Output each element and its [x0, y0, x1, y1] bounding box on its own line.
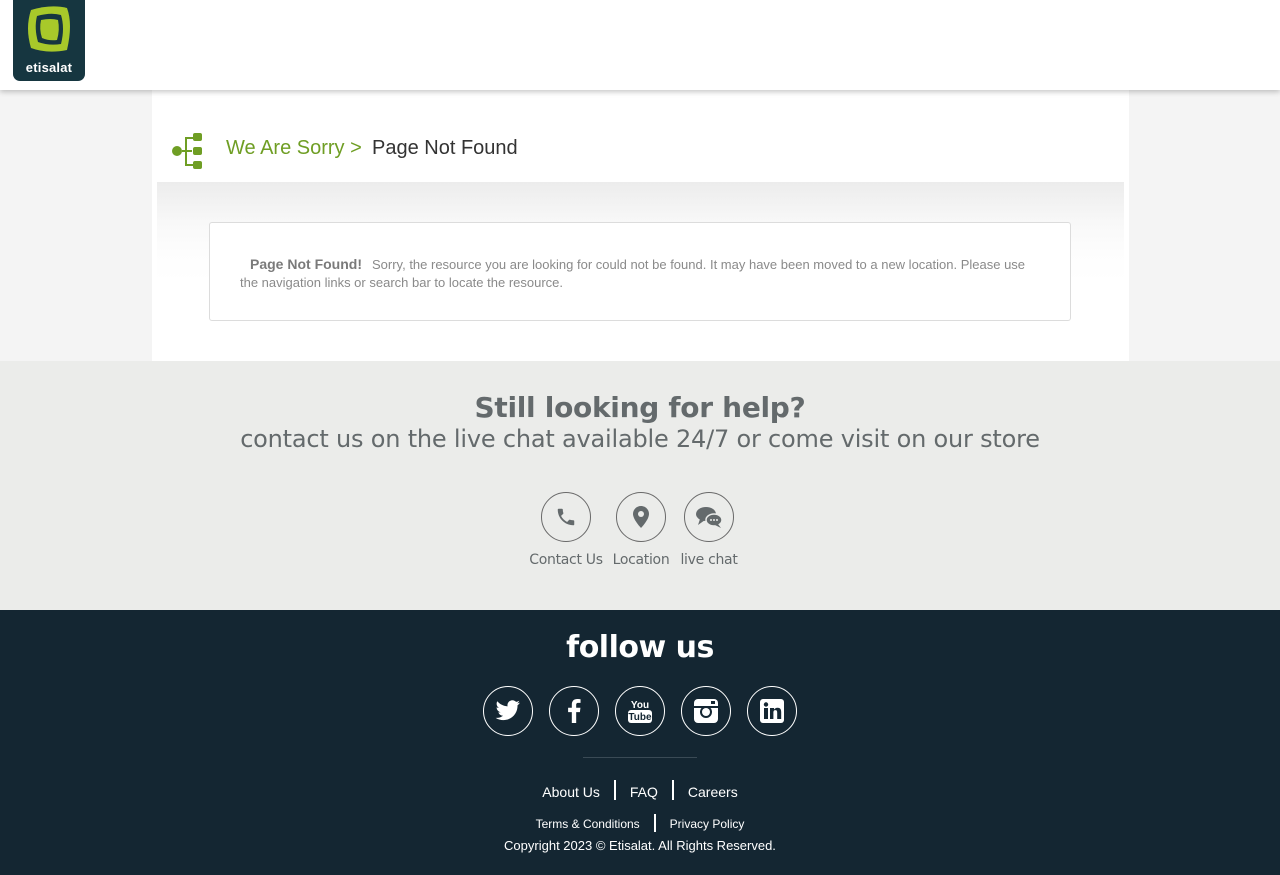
- main-content: We Are Sorry > Page Not Found Page Not F…: [152, 90, 1129, 361]
- privacy-link[interactable]: Privacy Policy: [670, 817, 745, 831]
- link-separator: [653, 814, 656, 832]
- logo-text: etisalat: [25, 60, 73, 75]
- link-separator: [613, 780, 616, 800]
- faq-link[interactable]: FAQ: [630, 784, 658, 800]
- instagram-link[interactable]: [681, 686, 731, 736]
- live-chat-label: live chat: [680, 552, 738, 568]
- facebook-link[interactable]: [549, 686, 599, 736]
- about-us-link[interactable]: About Us: [542, 784, 600, 800]
- live-chat-circle: [684, 492, 734, 542]
- linkedin-icon: [760, 699, 784, 723]
- facebook-icon: [568, 699, 581, 723]
- phone-icon: [557, 508, 575, 526]
- help-subtitle: contact us on the live chat available 24…: [240, 425, 1040, 453]
- top-header: etisalat: [0, 0, 1280, 90]
- svg-text:You: You: [631, 700, 649, 711]
- youtube-link[interactable]: You Tube: [615, 686, 665, 736]
- link-separator: [671, 780, 674, 800]
- footer-legal-links: Terms & Conditions Privacy Policy: [0, 814, 1280, 832]
- twitter-link[interactable]: [483, 686, 533, 736]
- copyright-text: Copyright 2023 © Etisalat. All Rights Re…: [504, 838, 776, 853]
- live-chat-button[interactable]: live chat: [664, 492, 754, 568]
- follow-us-title: follow us: [566, 630, 714, 665]
- youtube-icon: You Tube: [628, 700, 652, 723]
- error-message: Page Not Found! Sorry, the resource you a…: [240, 255, 1040, 292]
- twitter-icon: [495, 700, 520, 721]
- sitemap-icon: [172, 133, 202, 169]
- instagram-icon: [694, 699, 718, 723]
- help-section: Still looking for help? contact us on th…: [0, 361, 1280, 610]
- footer-divider: [583, 757, 697, 758]
- chat-icon: [696, 507, 723, 528]
- location-pin-icon: [633, 506, 649, 528]
- error-message-box: Page Not Found! Sorry, the resource you a…: [209, 222, 1071, 321]
- contact-us-circle: [541, 492, 591, 542]
- breadcrumb-parent-link[interactable]: We Are Sorry >: [226, 137, 362, 160]
- logo-mark-icon: [28, 6, 70, 52]
- location-circle: [616, 492, 666, 542]
- svg-text:Tube: Tube: [628, 712, 652, 723]
- careers-link[interactable]: Careers: [688, 784, 738, 800]
- breadcrumb-current: Page Not Found: [372, 137, 518, 159]
- terms-link[interactable]: Terms & Conditions: [536, 817, 640, 831]
- error-title: Page Not Found!: [250, 256, 362, 272]
- linkedin-link[interactable]: [747, 686, 797, 736]
- footer-links: About Us FAQ Careers: [0, 780, 1280, 800]
- footer: follow us You Tube About Us FAQ Careers …: [0, 610, 1280, 875]
- help-title: Still looking for help?: [474, 391, 806, 424]
- etisalat-logo[interactable]: etisalat: [13, 0, 85, 81]
